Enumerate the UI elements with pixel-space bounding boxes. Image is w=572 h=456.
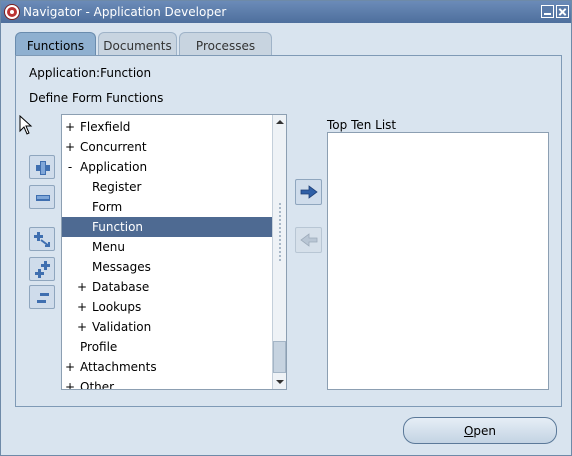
application-function-label: Application:Function <box>29 66 152 80</box>
tab-processes[interactable]: Processes <box>179 32 272 56</box>
tree-item[interactable]: Messages <box>62 257 272 277</box>
tree-item[interactable]: + Concurrent <box>62 137 272 157</box>
oracle-logo-icon <box>4 4 20 20</box>
expand-branch-icon <box>34 232 50 247</box>
scroll-down-icon[interactable] <box>273 375 287 389</box>
tree-item[interactable]: Form <box>62 197 272 217</box>
collapse-all-button[interactable] <box>29 285 55 309</box>
tree-item-label: Flexfield <box>80 120 131 134</box>
tree-item[interactable]: Profile <box>62 337 272 357</box>
tree-item-label: Register <box>92 180 142 194</box>
resize-grip-icon[interactable] <box>275 201 285 261</box>
collapse-node-icon[interactable]: - <box>65 160 75 174</box>
tree-item-label: Form <box>92 200 123 214</box>
tree-item-label: Function <box>92 220 144 234</box>
tree-item-label: Other <box>80 380 115 390</box>
tree-item-label: Validation <box>92 320 152 334</box>
expand-branch-button[interactable] <box>29 227 55 251</box>
window-title: Navigator - Application Developer <box>23 5 227 19</box>
function-tree[interactable]: + Flexfield + Concurrent - Application Registe… <box>61 114 287 390</box>
arrow-left-icon <box>300 233 318 247</box>
define-form-functions-label: Define Form Functions <box>29 91 164 105</box>
tree-item-label: Application <box>80 160 148 174</box>
tree-item[interactable]: + Lookups <box>62 297 272 317</box>
collapse-all-icon <box>37 293 49 303</box>
add-to-top-ten-button[interactable] <box>295 179 322 205</box>
arrow-right-icon <box>300 185 318 199</box>
collapse-icon <box>36 195 50 201</box>
tree-item[interactable]: + Attachments <box>62 357 272 377</box>
expand-icon <box>36 161 50 175</box>
expand-node-icon[interactable]: + <box>77 280 87 294</box>
expand-node-icon[interactable]: + <box>65 380 75 389</box>
close-icon[interactable] <box>556 5 569 18</box>
mouse-cursor-icon <box>19 115 33 135</box>
tree-item-label: Menu <box>92 240 125 254</box>
scrollbar-thumb[interactable] <box>273 341 286 373</box>
open-button[interactable]: Open <box>403 417 557 444</box>
tree-item[interactable]: - Application <box>62 157 272 177</box>
tab-functions[interactable]: Functions <box>15 32 96 57</box>
expand-node-icon[interactable]: + <box>65 120 75 134</box>
collapse-button[interactable] <box>29 185 55 209</box>
open-button-mnemonic: O <box>463 424 474 438</box>
expand-node-icon[interactable]: + <box>65 140 75 154</box>
tree-item-label: Attachments <box>80 360 157 374</box>
expand-all-button[interactable] <box>29 257 55 281</box>
tree-item-label: Database <box>92 280 150 294</box>
tree-item-label: Concurrent <box>80 140 147 154</box>
tree-item[interactable]: Register <box>62 177 272 197</box>
scroll-up-icon[interactable] <box>273 115 287 129</box>
title-bar[interactable]: Navigator - Application Developer <box>1 1 571 23</box>
tree-item[interactable]: + Other <box>62 377 272 390</box>
tree-item-label: Profile <box>80 340 118 354</box>
expand-all-icon <box>35 261 50 278</box>
top-ten-list[interactable] <box>327 132 549 390</box>
top-ten-list-label: Top Ten List <box>327 118 397 132</box>
tree-item[interactable]: + Database <box>62 277 272 297</box>
expand-button[interactable] <box>29 155 55 179</box>
expand-node-icon[interactable]: + <box>77 320 87 334</box>
tree-item[interactable]: + Validation <box>62 317 272 337</box>
navigator-window: Navigator - Application Developer Functi… <box>0 0 572 456</box>
remove-from-top-ten-button[interactable] <box>295 227 322 253</box>
tree-item[interactable]: Menu <box>62 237 272 257</box>
expand-node-icon[interactable]: + <box>65 360 75 374</box>
tree-item[interactable]: Function <box>62 217 272 237</box>
tree-item-label: Lookups <box>92 300 142 314</box>
tab-documents[interactable]: Documents <box>98 32 177 56</box>
minimize-icon[interactable] <box>541 5 554 18</box>
expand-node-icon[interactable]: + <box>77 300 87 314</box>
tree-item-label: Messages <box>92 260 151 274</box>
open-button-label: pen <box>473 424 497 438</box>
tree-item[interactable]: + Flexfield <box>62 117 272 137</box>
